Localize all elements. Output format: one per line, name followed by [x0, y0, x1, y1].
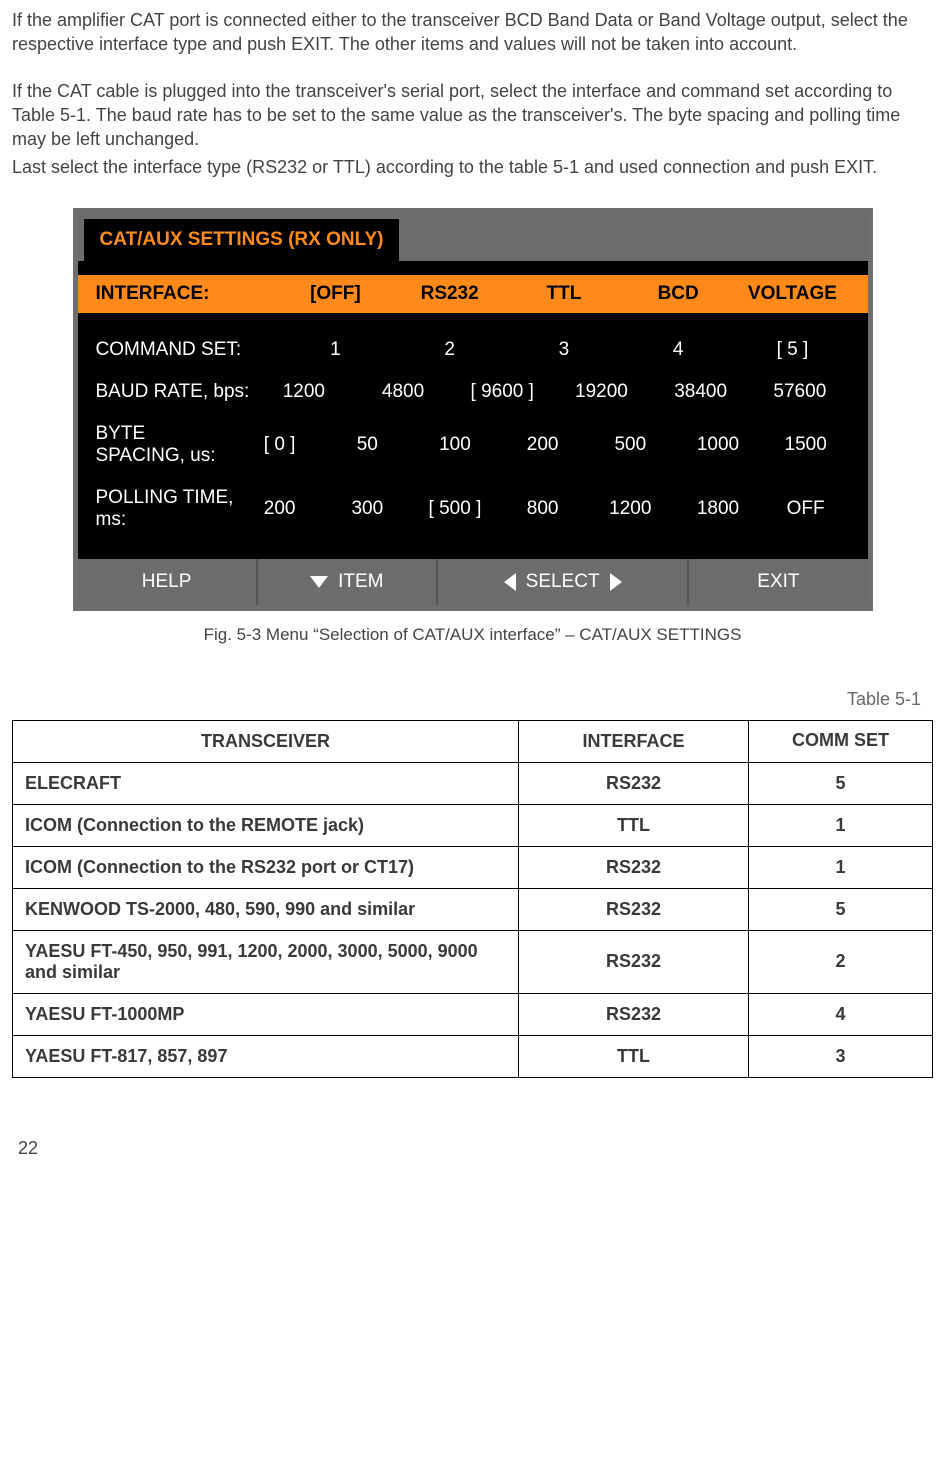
- table-row: YAESU FT-1000MPRS2324: [13, 993, 933, 1035]
- opt-p1800[interactable]: 1800: [674, 498, 762, 520]
- help-button[interactable]: HELP: [78, 559, 258, 605]
- opt-4[interactable]: 4: [621, 339, 735, 361]
- opt-1500[interactable]: 1500: [762, 434, 850, 456]
- opt-19200[interactable]: 19200: [552, 381, 651, 403]
- opt-9600[interactable]: [ 9600 ]: [453, 381, 552, 403]
- row-commandset[interactable]: COMMAND SET: 1 2 3 4 [ 5 ]: [78, 329, 868, 371]
- paragraph-1: If the amplifier CAT port is connected e…: [12, 8, 933, 57]
- opt-p800[interactable]: 800: [499, 498, 587, 520]
- opt-3[interactable]: 3: [507, 339, 621, 361]
- opt-p200[interactable]: 200: [236, 498, 324, 520]
- opt-2[interactable]: 2: [393, 339, 507, 361]
- opt-p500[interactable]: [ 500 ]: [411, 498, 499, 520]
- exit-button[interactable]: EXIT: [689, 559, 867, 605]
- chevron-left-icon: [504, 573, 516, 591]
- opt-p1200[interactable]: 1200: [586, 498, 674, 520]
- row-bytespacing-label: BYTE SPACING, us:: [96, 423, 236, 467]
- paragraph-2a: If the CAT cable is plugged into the tra…: [12, 79, 933, 152]
- opt-poff[interactable]: OFF: [762, 498, 850, 520]
- opt-0[interactable]: [ 0 ]: [236, 434, 324, 456]
- opt-38400[interactable]: 38400: [651, 381, 750, 403]
- opt-200[interactable]: 200: [499, 434, 587, 456]
- opt-100[interactable]: 100: [411, 434, 499, 456]
- opt-p300[interactable]: 300: [323, 498, 411, 520]
- transceiver-table: TRANSCEIVER INTERFACE COMM SET ELECRAFTR…: [12, 720, 933, 1078]
- paragraph-2b: Last select the interface type (RS232 or…: [12, 155, 933, 179]
- item-button[interactable]: ITEM: [258, 559, 438, 605]
- opt-bcd[interactable]: BCD: [621, 283, 735, 305]
- table-label: Table 5-1: [12, 689, 921, 710]
- page-number: 22: [18, 1138, 933, 1159]
- row-interface-label: INTERFACE:: [96, 283, 279, 305]
- chevron-right-icon: [610, 573, 622, 591]
- figure-caption: Fig. 5-3 Menu “Selection of CAT/AUX inte…: [12, 625, 933, 645]
- opt-57600[interactable]: 57600: [750, 381, 849, 403]
- opt-500[interactable]: 500: [586, 434, 674, 456]
- table-row: ICOM (Connection to the REMOTE jack)TTL1: [13, 804, 933, 846]
- screen-title: CAT/AUX SETTINGS (RX ONLY): [84, 219, 400, 261]
- bottom-bar: HELP ITEM SELECT EXIT: [78, 559, 868, 605]
- select-button[interactable]: SELECT: [438, 559, 689, 605]
- row-baud[interactable]: BAUD RATE, bps: 1200 4800 [ 9600 ] 19200…: [78, 371, 868, 413]
- device-screen: CAT/AUX SETTINGS (RX ONLY) INTERFACE: [O…: [73, 208, 873, 611]
- row-polling[interactable]: POLLING TIME, ms: 200 300 [ 500 ] 800 12…: [78, 477, 868, 541]
- th-transceiver: TRANSCEIVER: [13, 720, 519, 762]
- table-row: YAESU FT-817, 857, 897TTL3: [13, 1035, 933, 1077]
- row-polling-label: POLLING TIME, ms:: [96, 487, 236, 531]
- table-row: YAESU FT-450, 950, 991, 1200, 2000, 3000…: [13, 930, 933, 993]
- th-interface: INTERFACE: [519, 720, 749, 762]
- opt-voltage[interactable]: VOLTAGE: [735, 283, 849, 305]
- row-baud-label: BAUD RATE, bps:: [96, 381, 255, 403]
- table-row: KENWOOD TS-2000, 480, 590, 990 and simil…: [13, 888, 933, 930]
- opt-50[interactable]: 50: [323, 434, 411, 456]
- table-row: ICOM (Connection to the RS232 port or CT…: [13, 846, 933, 888]
- opt-off[interactable]: [OFF]: [278, 283, 392, 305]
- th-commset: COMM SET: [749, 720, 933, 762]
- opt-4800[interactable]: 4800: [353, 381, 452, 403]
- row-commandset-label: COMMAND SET:: [96, 339, 279, 361]
- opt-5[interactable]: [ 5 ]: [735, 339, 849, 361]
- opt-rs232[interactable]: RS232: [393, 283, 507, 305]
- opt-1200[interactable]: 1200: [254, 381, 353, 403]
- row-interface[interactable]: INTERFACE: [OFF] RS232 TTL BCD VOLTAGE: [78, 275, 868, 313]
- opt-ttl[interactable]: TTL: [507, 283, 621, 305]
- table-row: ELECRAFTRS2325: [13, 762, 933, 804]
- chevron-down-icon: [310, 576, 328, 588]
- opt-1000[interactable]: 1000: [674, 434, 762, 456]
- row-bytespacing[interactable]: BYTE SPACING, us: [ 0 ] 50 100 200 500 1…: [78, 413, 868, 477]
- opt-1[interactable]: 1: [278, 339, 392, 361]
